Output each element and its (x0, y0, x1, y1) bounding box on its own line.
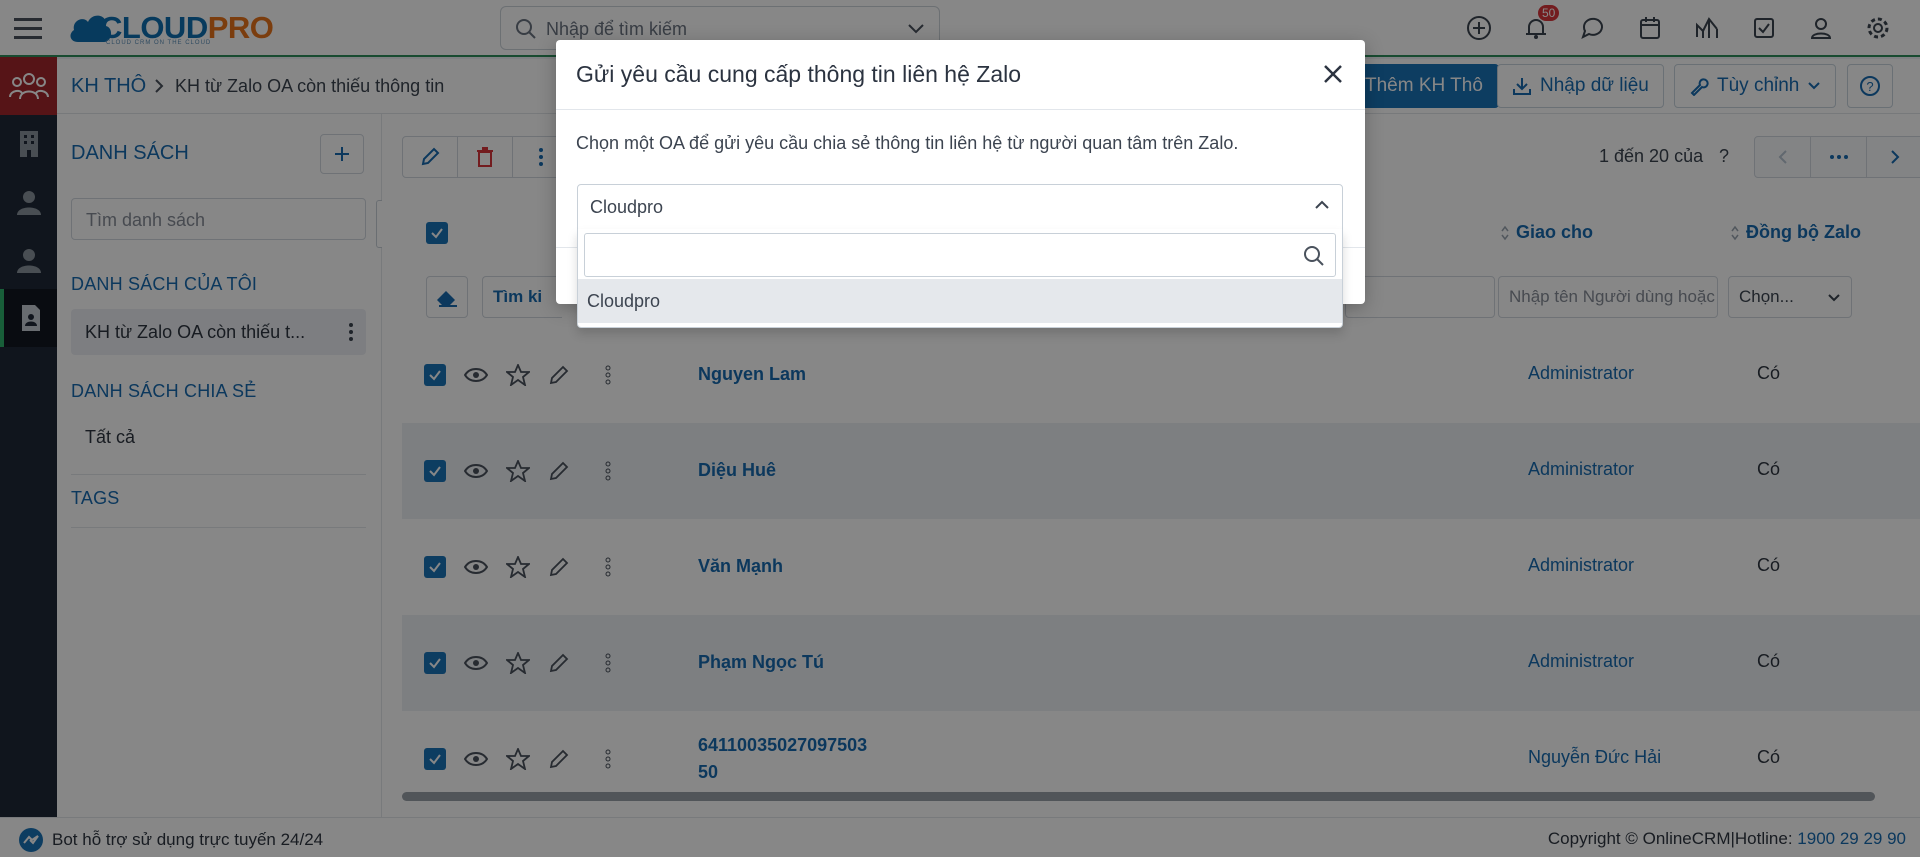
search-icon (1304, 246, 1324, 266)
oa-dropdown-search-input[interactable] (584, 233, 1336, 277)
oa-select-value: Cloudpro (590, 197, 664, 217)
modal-title: Gửi yêu cầu cung cấp thông tin liên hệ Z… (576, 61, 1022, 87)
chevron-up-icon (1315, 200, 1329, 209)
close-icon (1324, 65, 1342, 83)
modal-description: Chọn một OA để gửi yêu cầu chia sẻ thông… (576, 133, 1239, 153)
modal-header: Gửi yêu cầu cung cấp thông tin liên hệ Z… (556, 40, 1365, 110)
oa-select-dropdown: Cloudpro (577, 229, 1343, 328)
oa-option[interactable]: Cloudpro (578, 279, 1342, 323)
oa-select[interactable]: Cloudpro (577, 184, 1343, 230)
close-button[interactable] (1319, 60, 1347, 88)
